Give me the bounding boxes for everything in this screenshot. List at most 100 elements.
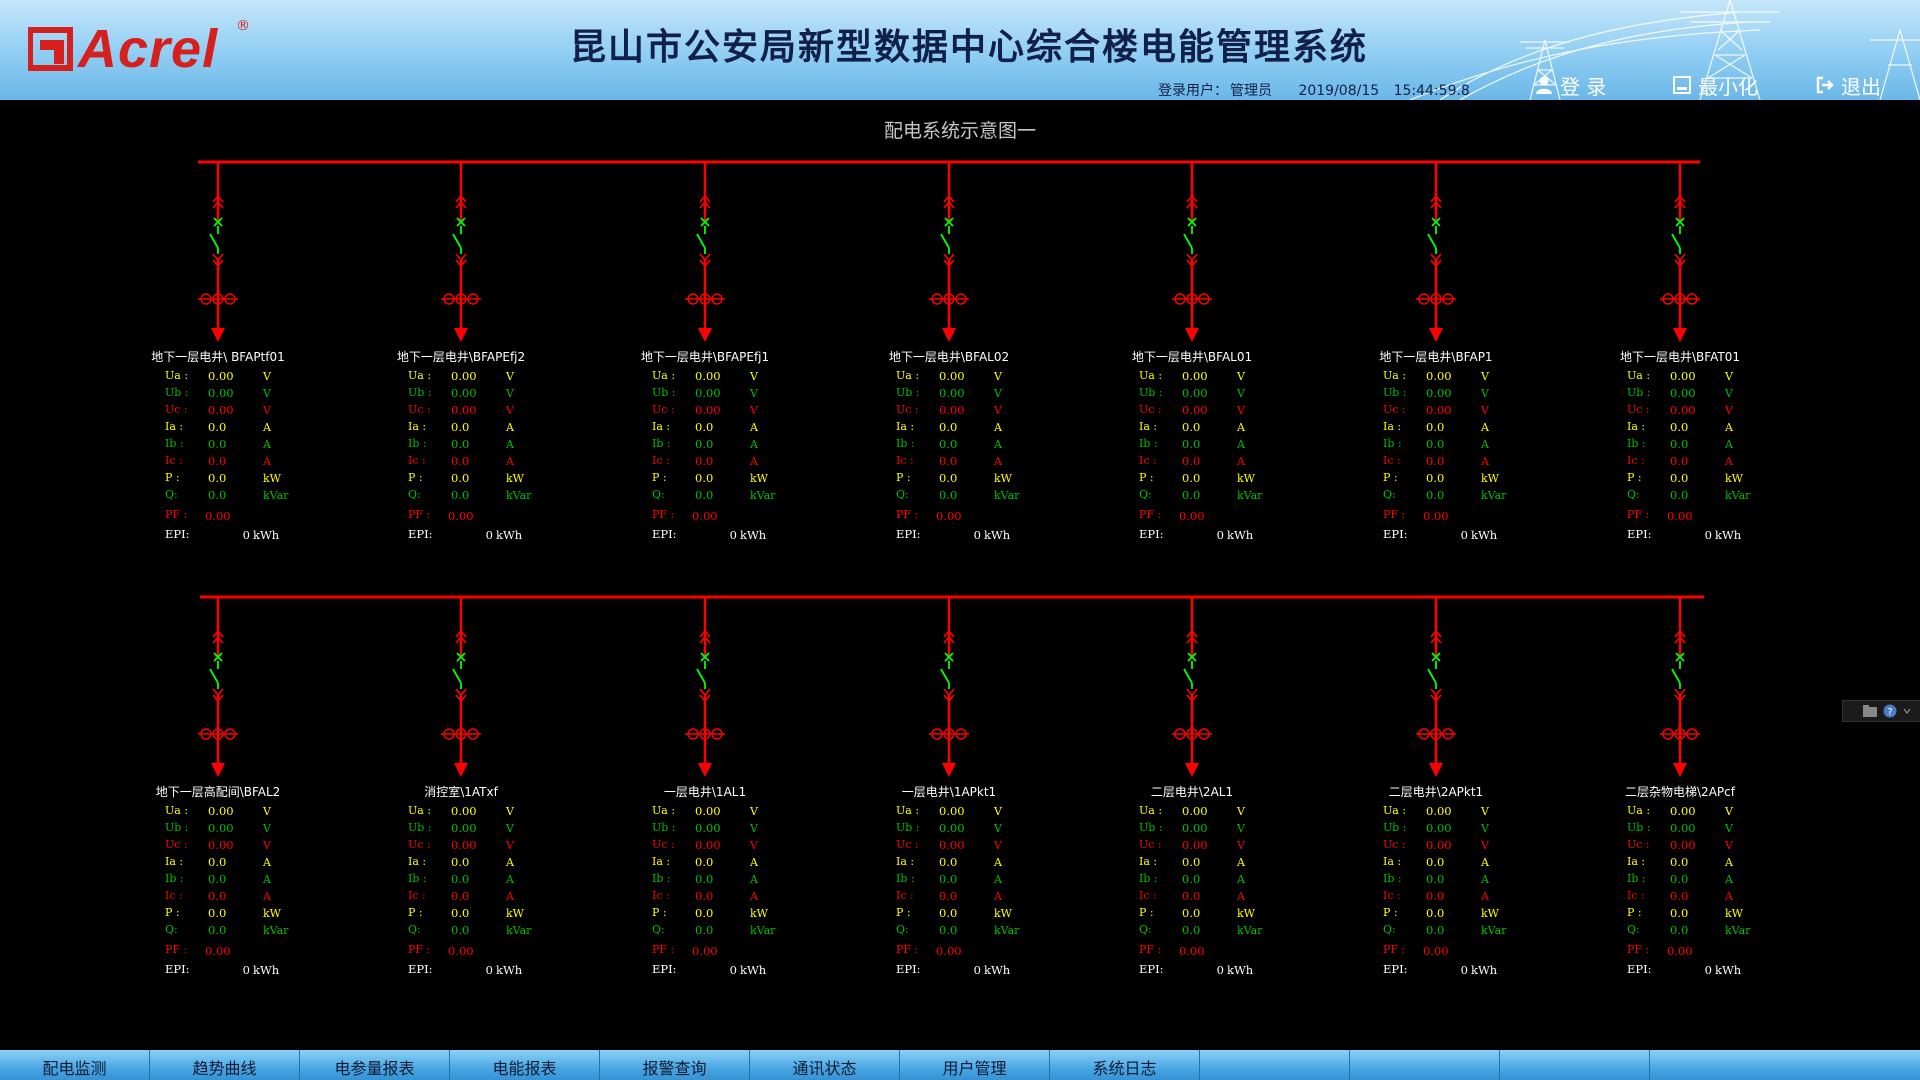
param-unit-q: kVar xyxy=(750,489,776,502)
param-unit-p: kW xyxy=(750,472,769,485)
busbar-row-2 xyxy=(200,595,1704,599)
param-unit-uc: V xyxy=(262,839,272,852)
nav-item-5[interactable]: 报警查询 xyxy=(600,1050,750,1080)
param-unit-ub: V xyxy=(1724,387,1734,400)
param-label-ub: Ub : xyxy=(1139,386,1163,399)
param-value-ua: 0.00 xyxy=(695,804,721,818)
arrow-down-icon xyxy=(1429,328,1443,342)
param-label-epi: EPI: xyxy=(165,527,190,541)
feeder[interactable]: 地下一层电井\BFAPEfj2Ua :0.00 VUb :0.00 VUc :0.0… xyxy=(397,162,532,542)
param-value-p: 0.0 xyxy=(1182,471,1200,485)
feeder[interactable]: 地下一层电井\BFAL02Ua :0.00 VUb :0.00 VUc :0.00 V… xyxy=(889,162,1020,542)
param-value-p: 0.0 xyxy=(939,906,957,920)
param-value-ib: 0.0 xyxy=(1670,437,1688,451)
param-unit-p: kW xyxy=(1237,472,1256,485)
param-unit-ua: V xyxy=(262,805,272,818)
feeder[interactable]: 地下一层高配间\BFAL2Ua :0.00 VUb :0.00 VUc :0.00 V… xyxy=(156,597,289,977)
param-unit-ua: V xyxy=(749,370,759,383)
arrow-down-icon xyxy=(1185,763,1199,777)
side-toolbar[interactable]: ? xyxy=(1842,700,1920,722)
feeder-name: 地下一层电井\BFAP1 xyxy=(1379,350,1492,364)
nav-item-6[interactable]: 通讯状态 xyxy=(750,1050,900,1080)
param-label-ua: Ua : xyxy=(165,804,188,817)
param-unit-p: kW xyxy=(1237,907,1256,920)
param-unit-ic: A xyxy=(505,455,515,468)
param-value-ub: 0.00 xyxy=(208,386,234,400)
param-value-uc: 0.00 xyxy=(1182,838,1208,852)
nav-item-4[interactable]: 电能报表 xyxy=(450,1050,600,1080)
param-label-q: Q: xyxy=(652,923,665,936)
param-label-ia: Ia : xyxy=(165,420,183,433)
param-label-ub: Ub : xyxy=(1383,821,1407,834)
param-unit-uc: V xyxy=(1480,839,1490,852)
param-unit-epi: kWh xyxy=(253,528,280,542)
nav-item-2[interactable]: 趋势曲线 xyxy=(150,1050,300,1080)
nav-item-8[interactable]: 系统日志 xyxy=(1050,1050,1200,1080)
param-unit-ia: A xyxy=(993,856,1003,869)
param-unit-ia: A xyxy=(749,856,759,869)
param-unit-ic: A xyxy=(505,890,515,903)
nav-item-empty[interactable] xyxy=(1200,1050,1350,1080)
param-label-pf: PF : xyxy=(165,508,187,521)
param-label-epi: EPI: xyxy=(896,527,921,541)
feeder[interactable]: 地下一层电井\BFAP1Ua :0.00 VUb :0.00 VUc :0.00 VI… xyxy=(1379,162,1507,542)
param-unit-q: kVar xyxy=(1237,489,1263,502)
param-value-ia: 0.0 xyxy=(695,855,713,869)
param-value-ib: 0.0 xyxy=(939,437,957,451)
param-value-ic: 0.0 xyxy=(1182,454,1200,468)
folder-icon[interactable] xyxy=(1863,705,1877,717)
chevron-down-icon[interactable] xyxy=(1903,707,1911,715)
param-unit-q: kVar xyxy=(263,489,289,502)
param-label-ua: Ua : xyxy=(165,369,188,382)
param-value-ia: 0.0 xyxy=(1670,420,1688,434)
param-value-pf: 0.00 xyxy=(448,944,474,958)
param-label-ub: Ub : xyxy=(1139,821,1163,834)
param-value-ib: 0.0 xyxy=(451,872,469,886)
feeder[interactable]: 地下一层电井\BFAL01Ua :0.00 VUb :0.00 VUc :0.00 V… xyxy=(1132,162,1263,542)
arrow-down-icon xyxy=(1429,763,1443,777)
feeder[interactable]: 一层电井\1APkt1Ua :0.00 VUb :0.00 VUc :0.00 VIa… xyxy=(896,597,1020,977)
param-unit-ua: V xyxy=(749,805,759,818)
param-value-p: 0.0 xyxy=(208,906,226,920)
param-value-ib: 0.0 xyxy=(1426,437,1444,451)
nav-item-empty[interactable] xyxy=(1500,1050,1650,1080)
param-label-pf: PF : xyxy=(896,943,918,956)
feeder[interactable]: 地下一层电井\BFAPEfj1Ua :0.00 VUb :0.00 VUc :0.0… xyxy=(641,162,776,542)
param-value-ib: 0.0 xyxy=(1182,872,1200,886)
arrow-down-icon xyxy=(942,328,956,342)
param-value-pf: 0.00 xyxy=(1423,509,1449,523)
param-label-ic: Ic : xyxy=(1383,454,1401,467)
param-label-ub: Ub : xyxy=(652,821,676,834)
feeder[interactable]: 二层电井\2APkt1Ua :0.00 VUb :0.00 VUc :0.00 VIa… xyxy=(1383,597,1507,977)
param-value-ia: 0.0 xyxy=(451,420,469,434)
param-unit-ic: A xyxy=(1480,455,1490,468)
distribution-diagram: 地下一层电井\ BFAPtf01Ua :0.00 VUb :0.00 VUc :0.… xyxy=(151,160,1751,977)
param-value-p: 0.0 xyxy=(1426,471,1444,485)
param-value-ub: 0.00 xyxy=(939,821,965,835)
param-value-q: 0.0 xyxy=(939,923,957,937)
feeder[interactable]: 地下一层电井\BFAT01Ua :0.00 VUb :0.00 VUc :0.00 V… xyxy=(1620,162,1751,542)
param-unit-epi: kWh xyxy=(984,528,1011,542)
nav-item-empty[interactable] xyxy=(1350,1050,1500,1080)
param-unit-epi: kWh xyxy=(253,963,280,977)
arrow-down-icon xyxy=(698,328,712,342)
param-value-q: 0.0 xyxy=(695,923,713,937)
feeder[interactable]: 一层电井\1AL1Ua :0.00 VUb :0.00 VUc :0.00 VIa :… xyxy=(652,597,776,977)
feeder[interactable]: 消控室\1ATxfUa :0.00 VUb :0.00 VUc :0.00 VIa :… xyxy=(408,597,532,977)
param-label-pf: PF : xyxy=(165,943,187,956)
feeder[interactable]: 二层杂物电梯\2APcfUa :0.00 VUb :0.00 VUc :0.00 VI… xyxy=(1625,597,1751,977)
nav-item-7[interactable]: 用户管理 xyxy=(900,1050,1050,1080)
param-label-q: Q: xyxy=(1627,488,1640,501)
param-value-ua: 0.00 xyxy=(939,369,965,383)
param-value-ua: 0.00 xyxy=(1182,369,1208,383)
param-label-ia: Ia : xyxy=(165,855,183,868)
feeder-name: 地下一层电井\BFAPEfj1 xyxy=(641,350,769,364)
feeder[interactable]: 二层电井\2AL1Ua :0.00 VUb :0.00 VUc :0.00 VIa :… xyxy=(1139,597,1263,977)
nav-item-1[interactable]: 配电监测 xyxy=(0,1050,150,1080)
nav-item-3[interactable]: 电参量报表 xyxy=(300,1050,450,1080)
feeder[interactable]: 地下一层电井\ BFAPtf01Ua :0.00 VUb :0.00 VUc :0.… xyxy=(151,162,289,542)
param-unit-ib: A xyxy=(993,438,1003,451)
param-value-pf: 0.00 xyxy=(205,509,231,523)
help-icon[interactable]: ? xyxy=(1883,704,1897,718)
param-value-p: 0.0 xyxy=(695,471,713,485)
